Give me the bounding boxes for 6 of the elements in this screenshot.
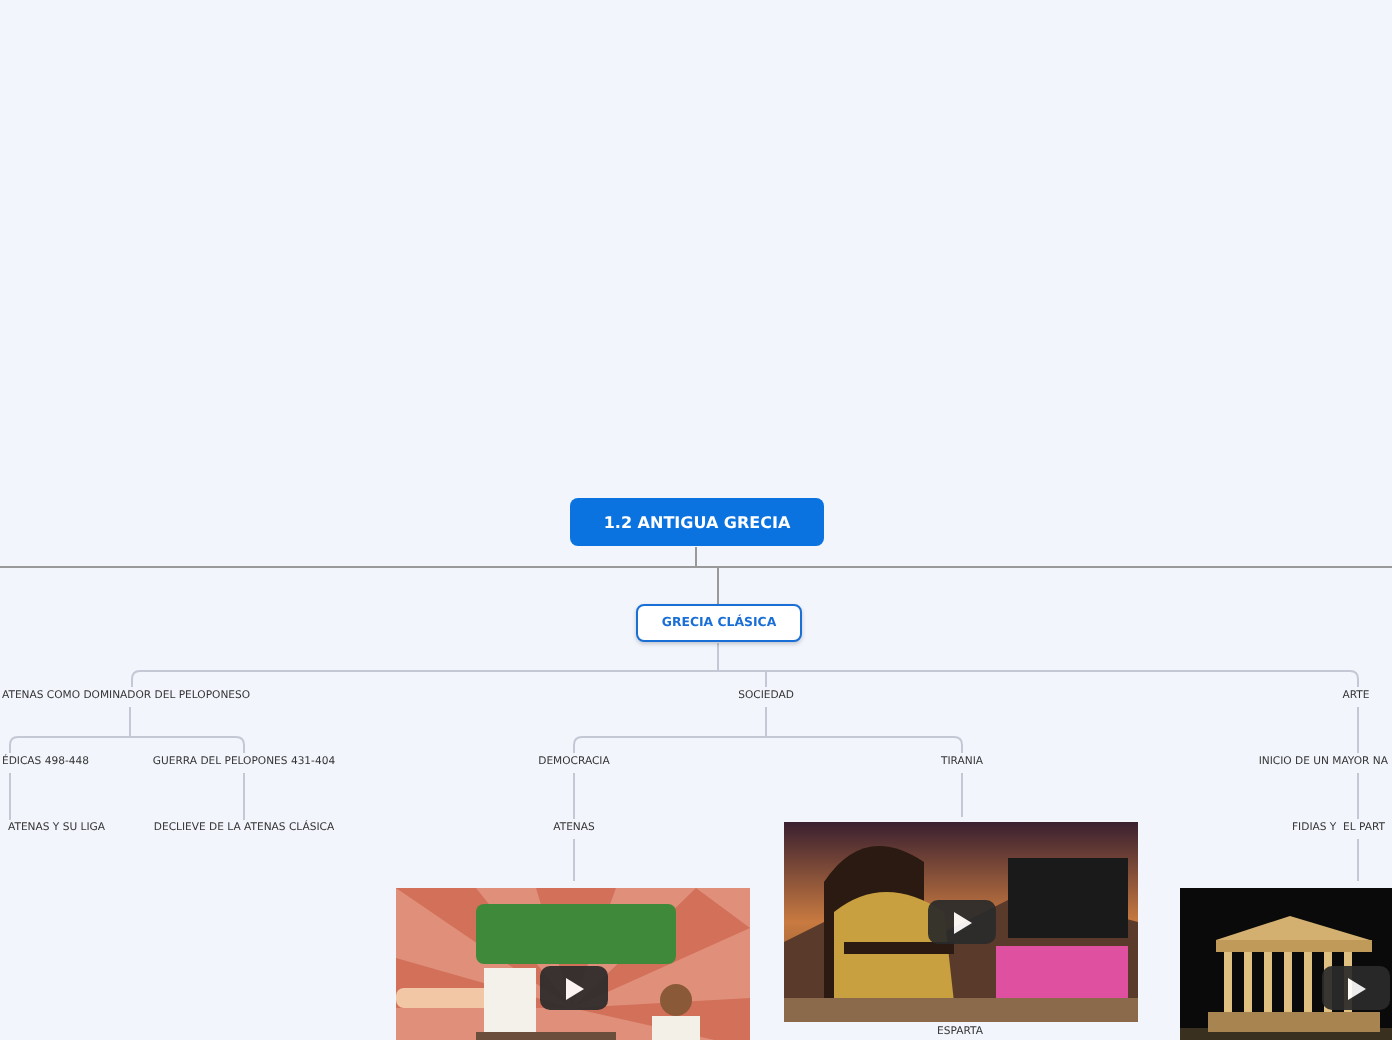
play-button[interactable] bbox=[540, 966, 608, 1010]
play-icon bbox=[1347, 977, 1365, 999]
central-topic[interactable]: 1.2 ANTIGUA GRECIA bbox=[570, 498, 824, 546]
play-icon bbox=[565, 977, 583, 999]
play-button[interactable] bbox=[1322, 966, 1390, 1010]
play-button[interactable] bbox=[928, 900, 996, 944]
